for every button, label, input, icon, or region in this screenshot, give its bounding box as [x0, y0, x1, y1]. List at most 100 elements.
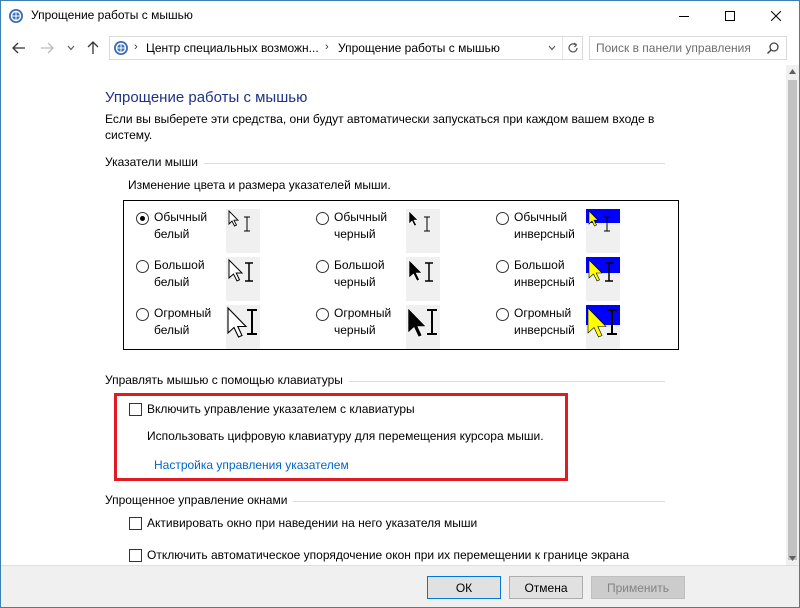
section-window-management: Упрощенное управление окнами: [105, 493, 665, 507]
scroll-thumb[interactable]: [788, 80, 797, 560]
forward-button[interactable]: [39, 40, 55, 56]
pointer-scheme-box: Обычный белый Обычный черный Обычный инв…: [123, 200, 679, 350]
minimize-icon: [679, 16, 689, 17]
up-button[interactable]: [85, 40, 101, 56]
address-bar[interactable]: › Центр специальных возможн... › Упрощен…: [109, 36, 583, 60]
search-box[interactable]: [589, 36, 787, 60]
section-mouse-keys: Управлять мышью с помощью клавиатуры: [105, 373, 665, 387]
scroll-down-button[interactable]: [786, 552, 799, 565]
scroll-down-icon: [789, 556, 796, 561]
breadcrumb-mouse-ease[interactable]: Упрощение работы с мышью: [338, 41, 500, 55]
scheme-label[interactable]: Большой белый: [154, 257, 234, 291]
radio-button[interactable]: [496, 260, 509, 273]
address-history-button[interactable]: [542, 37, 562, 59]
divider: [348, 380, 665, 382]
white-arrow-cursor-icon: [228, 258, 253, 282]
section-title: Указатели мыши: [105, 155, 198, 169]
up-arrow-icon: [87, 41, 99, 54]
scroll-up-icon: [789, 69, 796, 74]
back-button[interactable]: [11, 40, 27, 56]
control-panel-icon: [114, 41, 128, 55]
section-mouse-pointers: Указатели мыши: [105, 155, 665, 169]
breadcrumb-ease-of-access[interactable]: Центр специальных возможн...: [146, 41, 319, 55]
divider: [293, 500, 665, 502]
inverse-arrow-cursor-icon: [586, 305, 620, 338]
title-bar[interactable]: Упрощение работы с мышью: [1, 1, 799, 31]
black-arrow-cursor-icon: [407, 307, 437, 338]
scheme-large-black[interactable]: Большой черный: [316, 257, 496, 301]
radio-button[interactable]: [136, 212, 149, 225]
inverse-arrow-cursor-icon: [586, 257, 620, 282]
pointer-preview: [406, 209, 440, 253]
chevron-down-icon: [67, 45, 75, 51]
cancel-button[interactable]: Отмена: [509, 576, 583, 599]
radio-button[interactable]: [496, 212, 509, 225]
forward-arrow-icon: [41, 42, 54, 54]
breadcrumb-separator-icon[interactable]: ›: [134, 41, 138, 53]
scheme-extra-large-black[interactable]: Огромный черный: [316, 305, 496, 349]
activate-on-hover-checkbox[interactable]: [129, 516, 142, 530]
window-title: Упрощение работы с мышью: [31, 8, 193, 22]
checkbox-label[interactable]: Отключить автоматическое упорядочение ок…: [147, 548, 629, 562]
checkbox-label[interactable]: Включить управление указателем с клавиат…: [147, 402, 415, 416]
inverse-arrow-cursor-icon: [586, 209, 620, 232]
pointer-preview: [406, 257, 440, 301]
prevent-snap-row[interactable]: Отключить автоматическое упорядочение ок…: [129, 548, 629, 562]
scheme-label[interactable]: Огромный инверсный: [514, 305, 594, 339]
apply-button[interactable]: Применить: [591, 576, 685, 599]
control-panel-window: Упрощение работы с мышью › Центр специал…: [0, 0, 800, 608]
ok-button[interactable]: ОК: [427, 576, 501, 599]
recent-locations-button[interactable]: [63, 40, 79, 56]
page-title: Упрощение работы с мышью: [105, 89, 308, 106]
scheme-regular-inverse[interactable]: Обычный инверсный: [496, 209, 676, 253]
maximize-icon: [725, 11, 735, 21]
pointer-preview: [226, 257, 260, 301]
scheme-extra-large-white[interactable]: Огромный белый: [136, 305, 316, 349]
radio-button[interactable]: [316, 212, 329, 225]
refresh-button[interactable]: [562, 37, 582, 59]
mouse-keys-checkbox[interactable]: [129, 402, 142, 416]
back-arrow-icon: [12, 42, 25, 54]
vertical-scrollbar[interactable]: [786, 65, 799, 565]
scheme-label[interactable]: Обычный белый: [154, 209, 234, 243]
refresh-icon: [567, 42, 578, 53]
white-arrow-cursor-icon: [227, 306, 257, 338]
scheme-large-white[interactable]: Большой белый: [136, 257, 316, 301]
mouse-keys-settings-link[interactable]: Настройка управления указателем: [154, 458, 349, 472]
scheme-large-inverse[interactable]: Большой инверсный: [496, 257, 676, 301]
scheme-regular-black[interactable]: Обычный черный: [316, 209, 496, 253]
search-icon[interactable]: [766, 41, 780, 55]
main-content: Упрощение работы с мышью Если вы выберет…: [1, 65, 786, 565]
breadcrumb-separator-icon[interactable]: ›: [325, 41, 329, 53]
radio-button[interactable]: [316, 260, 329, 273]
maximize-button[interactable]: [707, 1, 753, 31]
activate-on-hover-row[interactable]: Активировать окно при наведении на него …: [129, 516, 477, 530]
search-input[interactable]: [596, 40, 760, 56]
scheme-extra-large-inverse[interactable]: Огромный инверсный: [496, 305, 676, 349]
dialog-footer: ОК Отмена Применить: [1, 565, 799, 607]
pointer-preview: [586, 257, 620, 301]
scheme-label[interactable]: Обычный инверсный: [514, 209, 594, 243]
close-button[interactable]: [753, 1, 799, 31]
scheme-label[interactable]: Огромный белый: [154, 305, 234, 339]
black-arrow-cursor-icon: [408, 259, 433, 282]
radio-button[interactable]: [316, 308, 329, 321]
mouse-keys-description: Использовать цифровую клавиатуру для пер…: [147, 429, 544, 443]
scheme-label[interactable]: Большой инверсный: [514, 257, 594, 291]
radio-button[interactable]: [136, 260, 149, 273]
minimize-button[interactable]: [661, 1, 707, 31]
chevron-down-icon: [548, 45, 556, 51]
close-icon: [771, 11, 781, 21]
pointer-preview: [226, 305, 260, 349]
pointer-preview: [586, 209, 620, 253]
radio-button[interactable]: [136, 308, 149, 321]
scheme-label[interactable]: Обычный черный: [334, 209, 414, 243]
checkbox-label[interactable]: Активировать окно при наведении на него …: [147, 516, 477, 530]
scheme-label[interactable]: Огромный черный: [334, 305, 414, 339]
prevent-snap-checkbox[interactable]: [129, 548, 142, 562]
radio-button[interactable]: [496, 308, 509, 321]
mouse-keys-checkbox-row[interactable]: Включить управление указателем с клавиат…: [129, 402, 415, 416]
scheme-label[interactable]: Большой черный: [334, 257, 414, 291]
scheme-regular-white[interactable]: Обычный белый: [136, 209, 316, 253]
scroll-up-button[interactable]: [786, 65, 799, 78]
